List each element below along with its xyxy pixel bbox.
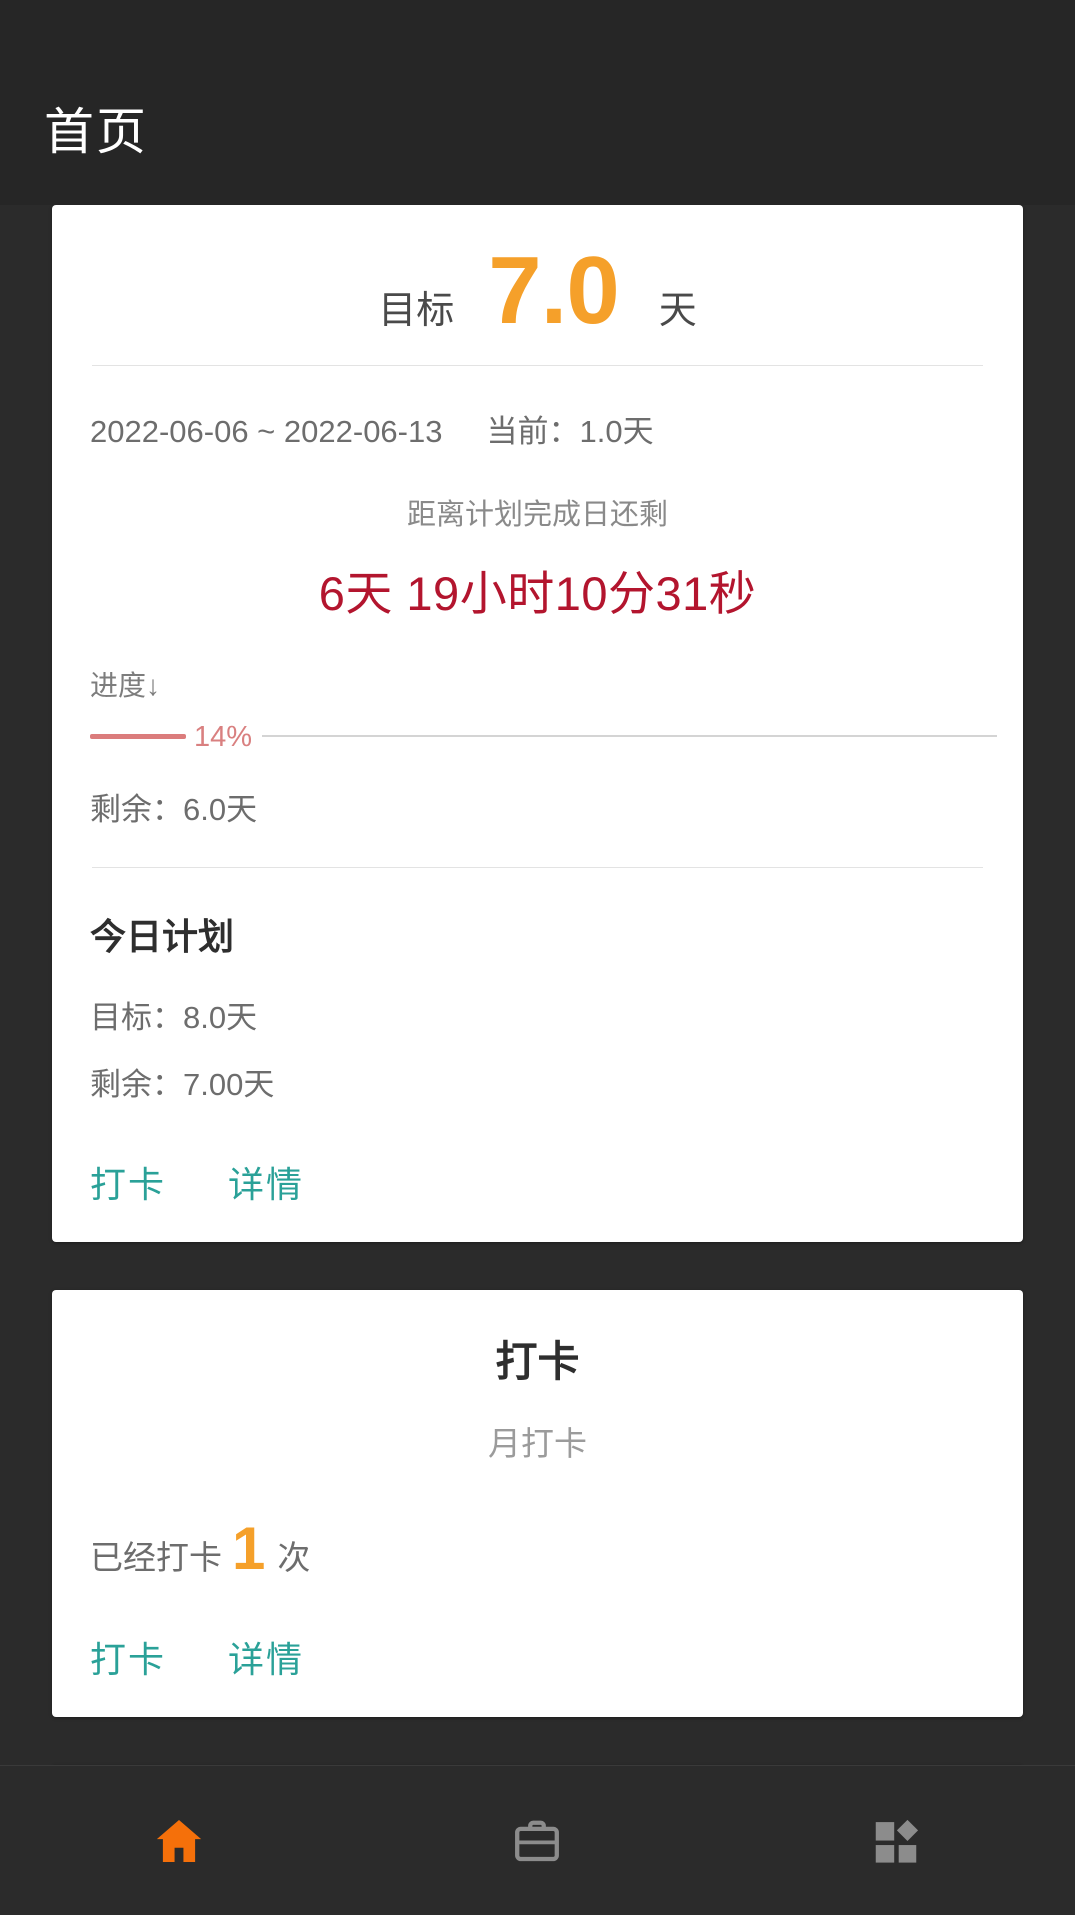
plan-card: 目标 7.0 天 2022-06-06 ~ 2022-06-13 当前：1.0天…	[52, 205, 1023, 1242]
plan-remaining-value: 剩余：6.0天	[90, 792, 258, 827]
date-range-row: 2022-06-06 ~ 2022-06-13 当前：1.0天	[78, 366, 997, 477]
checkin-count-value: 1	[232, 1515, 266, 1582]
progress-bar-track	[262, 735, 997, 737]
checkin-card-subtitle: 月打卡	[488, 1425, 587, 1462]
checkin-count-suffix: 次	[277, 1539, 311, 1576]
checkin-card-actions: 打卡 详情	[78, 1579, 997, 1717]
plan-card-actions: 打卡 详情	[78, 1104, 997, 1242]
checkin-count-prefix: 已经打卡	[90, 1539, 222, 1576]
checkin-card: 打卡 月打卡 已经打卡 1 次 打卡 详情	[52, 1290, 1023, 1717]
plan-checkin-button[interactable]: 打卡	[90, 1156, 166, 1208]
goal-label: 目标	[378, 290, 455, 332]
progress-bar-fill	[90, 733, 186, 739]
checkin-count-row: 已经打卡 1 次	[78, 1465, 997, 1579]
countdown-label: 距离计划完成日还剩	[406, 499, 668, 531]
checkin-detail-button[interactable]: 详情	[228, 1631, 304, 1683]
checkin-checkin-button[interactable]: 打卡	[90, 1631, 166, 1683]
bottom-navigation	[0, 1765, 1075, 1915]
briefcase-icon	[508, 1814, 566, 1868]
nav-item-home[interactable]	[0, 1766, 358, 1915]
page-title: 首页	[44, 104, 148, 160]
progress-percent-label: 14%	[194, 720, 253, 753]
plan-date-range: 2022-06-06 ~ 2022-06-13	[90, 414, 443, 449]
goal-summary-row: 目标 7.0 天	[78, 205, 997, 365]
countdown-block: 距离计划完成日还剩 6天 19小时10分31秒	[78, 477, 997, 630]
checkin-card-title: 打卡	[495, 1338, 580, 1385]
scroll-content[interactable]: 目标 7.0 天 2022-06-06 ~ 2022-06-13 当前：1.0天…	[0, 205, 1075, 1765]
nav-item-dashboard[interactable]	[717, 1766, 1075, 1915]
progress-label: 进度↓	[90, 670, 161, 701]
plan-detail-button[interactable]: 详情	[228, 1156, 304, 1208]
nav-item-work[interactable]	[358, 1766, 716, 1915]
today-goal-value: 目标：8.0天	[90, 1000, 258, 1035]
today-plan-heading: 今日计划	[90, 916, 235, 957]
app-root: 首页 目标 7.0 天 2022-06-06 ~ 2022-06-13 当前：1…	[0, 0, 1075, 1915]
goal-value: 7.0	[488, 237, 619, 344]
app-header: 首页	[0, 0, 1075, 205]
goal-unit: 天	[658, 290, 697, 332]
dashboard-grid-icon	[867, 1814, 925, 1868]
progress-block: 进度↓ 14% 剩余：6.0天	[78, 630, 997, 867]
home-icon	[148, 1813, 210, 1869]
progress-bar: 14%	[90, 721, 997, 753]
today-remaining-value: 剩余：7.00天	[90, 1067, 275, 1102]
plan-current-value: 当前：1.0天	[486, 414, 654, 449]
countdown-value: 6天 19小时10分31秒	[318, 567, 757, 620]
